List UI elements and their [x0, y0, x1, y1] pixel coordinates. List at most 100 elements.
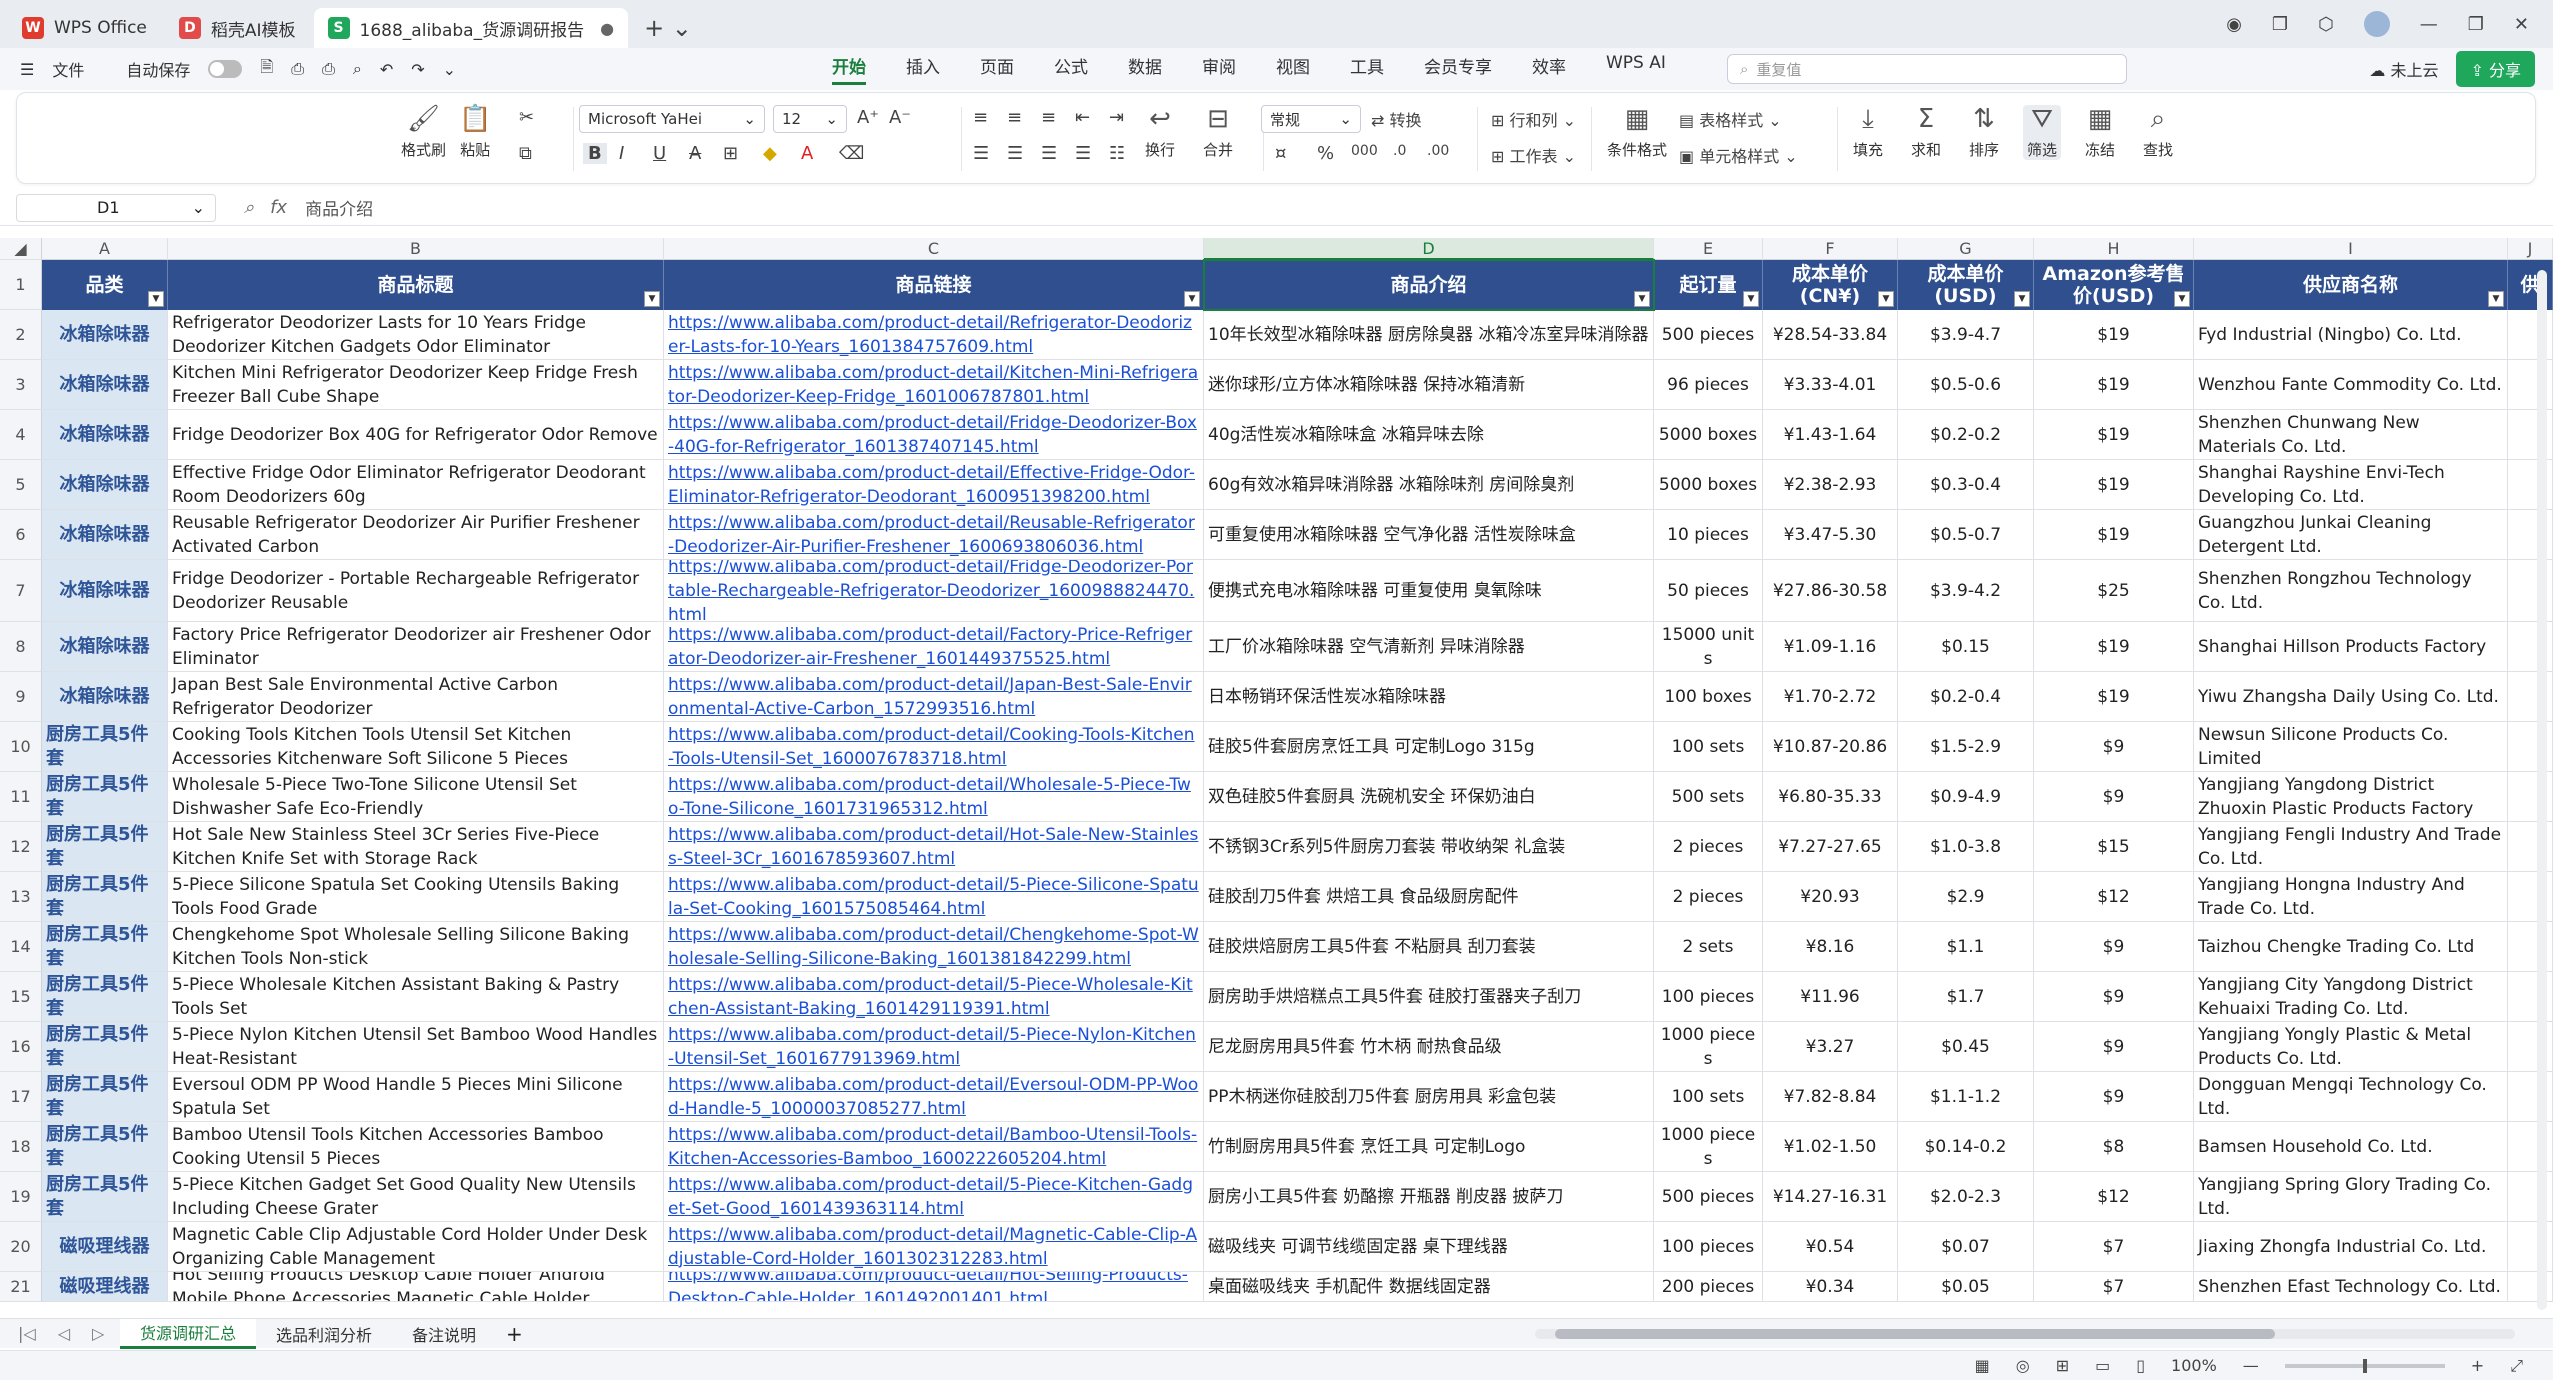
export-icon[interactable]: ⎙ — [291, 59, 304, 79]
intro-cell[interactable]: 便携式充电冰箱除味器 可重复使用 臭氧除味 — [1204, 560, 1654, 622]
undo-icon[interactable]: ↶ — [380, 60, 393, 79]
filter-dropdown-icon[interactable]: ▼ — [1878, 291, 1894, 307]
moq-cell[interactable]: 10 pieces — [1654, 510, 1763, 560]
wrap-button[interactable]: ↩ 换行 — [1145, 105, 1175, 160]
amazon-price-cell[interactable]: $19 — [2034, 510, 2194, 560]
cost-usd-cell[interactable]: $1.7 — [1898, 972, 2034, 1022]
align-bottom-icon[interactable]: ≡ — [1041, 107, 1056, 128]
supplier-cell[interactable]: Yangjiang Hongna Industry And Trade Co. … — [2194, 872, 2508, 922]
border-icon[interactable]: ⊞ — [723, 143, 738, 164]
supplier-cell[interactable]: Yangjiang Yongly Plastic & Metal Product… — [2194, 1022, 2508, 1072]
menu-tab[interactable]: 页面 — [980, 53, 1014, 85]
preview-icon[interactable]: ⌕ — [353, 59, 362, 79]
title-cell[interactable]: 5-Piece Nylon Kitchen Utensil Set Bamboo… — [168, 1022, 664, 1072]
fx-icon[interactable]: fx — [270, 197, 287, 218]
title-cell[interactable]: Factory Price Refrigerator Deodorizer ai… — [168, 622, 664, 672]
title-cell[interactable]: Kitchen Mini Refrigerator Deodorizer Kee… — [168, 360, 664, 410]
menu-tab[interactable]: 视图 — [1276, 53, 1310, 85]
column-header-F[interactable]: F — [1763, 238, 1898, 260]
spreadsheet-grid[interactable]: ◢ A B C D E F G H I J 1 品类 ▼ 商品标题 ▼ 商品链接 ▼ 商品介绍 ▼ 起订量 ▼ 成本单价(… — [0, 238, 2553, 1302]
link-cell[interactable]: https://www.alibaba.com/product-detail/W… — [664, 772, 1204, 822]
header-cell[interactable]: 成本单价(CN¥) ▼ — [1763, 260, 1898, 310]
row-header-1[interactable]: 1 — [0, 260, 42, 310]
layout-icon[interactable]: ⊞ — [2056, 1356, 2069, 1375]
link-cell[interactable]: https://www.alibaba.com/product-detail/K… — [664, 360, 1204, 410]
title-cell[interactable]: Hot Sale New Stainless Steel 3Cr Series … — [168, 822, 664, 872]
hamburger-icon[interactable]: ☰ — [20, 60, 34, 79]
menu-tab[interactable]: WPS AI — [1606, 53, 1666, 85]
filter-dropdown-icon[interactable]: ▼ — [2174, 291, 2190, 307]
number-format-select[interactable]: 常规 ⌄ — [1261, 105, 1361, 133]
prev-sheet-icon[interactable]: ◁ — [58, 1324, 70, 1343]
cost-cny-cell[interactable]: ¥20.93 — [1763, 872, 1898, 922]
link-cell[interactable]: https://www.alibaba.com/product-detail/C… — [664, 722, 1204, 772]
copy-icon[interactable]: ⧉ — [519, 143, 532, 164]
cost-usd-cell[interactable]: $0.3-0.4 — [1898, 460, 2034, 510]
moq-cell[interactable]: 100 sets — [1654, 722, 1763, 772]
filter-dropdown-icon[interactable]: ▼ — [1743, 291, 1759, 307]
conditional-format-button[interactable]: ▦ 条件格式 — [1607, 105, 1667, 160]
link-cell[interactable]: https://www.alibaba.com/product-detail/5… — [664, 972, 1204, 1022]
amazon-price-cell[interactable]: $19 — [2034, 310, 2194, 360]
cost-cny-cell[interactable]: ¥10.87-20.86 — [1763, 722, 1898, 772]
underline-icon[interactable]: U — [653, 143, 666, 164]
column-header-E[interactable]: E — [1654, 238, 1763, 260]
category-cell[interactable]: 冰箱除味器 — [42, 310, 168, 360]
category-cell[interactable]: 冰箱除味器 — [42, 410, 168, 460]
category-cell[interactable]: 厨房工具5件套 — [42, 972, 168, 1022]
title-cell[interactable]: Fridge Deodorizer Box 40G for Refrigerat… — [168, 410, 664, 460]
save-icon[interactable]: 🗎 — [260, 56, 273, 83]
intro-cell[interactable]: PP木柄迷你硅胶刮刀5件套 厨房用具 彩盒包装 — [1204, 1072, 1654, 1122]
horizontal-scrollbar[interactable] — [1535, 1329, 2515, 1339]
row-header-20[interactable]: 20 — [0, 1222, 42, 1272]
fill-color-icon[interactable]: ◆ — [763, 143, 777, 164]
link-cell[interactable]: https://www.alibaba.com/product-detail/H… — [664, 1272, 1204, 1302]
link-cell[interactable]: https://www.alibaba.com/product-detail/E… — [664, 460, 1204, 510]
increase-font-icon[interactable]: A⁺ — [857, 107, 879, 128]
search-input[interactable]: ⌕ 重复值 — [1727, 54, 2127, 84]
sum-button[interactable]: Σ 求和 — [1911, 105, 1941, 160]
first-sheet-icon[interactable]: |◁ — [18, 1324, 36, 1343]
category-cell[interactable]: 冰箱除味器 — [42, 360, 168, 410]
supplier-cell[interactable]: Yiwu Zhangsha Daily Using Co. Ltd. — [2194, 672, 2508, 722]
minimize-icon[interactable]: — — [2420, 14, 2438, 35]
page-break-icon[interactable]: ▭ — [2095, 1356, 2110, 1375]
column-header-B[interactable]: B — [168, 238, 664, 260]
title-cell[interactable]: 5-Piece Kitchen Gadget Set Good Quality … — [168, 1172, 664, 1222]
moq-cell[interactable]: 100 boxes — [1654, 672, 1763, 722]
vertical-scrollbar[interactable] — [2537, 270, 2547, 1310]
bold-icon[interactable]: B — [583, 143, 607, 164]
header-cell[interactable]: 起订量 ▼ — [1654, 260, 1763, 310]
cost-cny-cell[interactable]: ¥11.96 — [1763, 972, 1898, 1022]
intro-cell[interactable]: 硅胶烘焙厨房工具5件套 不粘厨具 刮刀套装 — [1204, 922, 1654, 972]
supplier-cell[interactable]: Shanghai Hillson Products Factory — [2194, 622, 2508, 672]
title-cell[interactable]: Cooking Tools Kitchen Tools Utensil Set … — [168, 722, 664, 772]
amazon-price-cell[interactable]: $12 — [2034, 1172, 2194, 1222]
decimal-decrease-icon[interactable]: .00 — [1427, 143, 1449, 159]
italic-icon[interactable]: I — [619, 143, 624, 164]
row-header-13[interactable]: 13 — [0, 872, 42, 922]
link-cell[interactable]: https://www.alibaba.com/product-detail/5… — [664, 1022, 1204, 1072]
supplier-cell[interactable]: Bamsen Household Co. Ltd. — [2194, 1122, 2508, 1172]
amazon-price-cell[interactable]: $19 — [2034, 360, 2194, 410]
title-cell[interactable]: 5-Piece Silicone Spatula Set Cooking Ute… — [168, 872, 664, 922]
supplier-cell[interactable]: Shenzhen Efast Technology Co. Ltd. — [2194, 1272, 2508, 1302]
moq-cell[interactable]: 15000 units — [1654, 622, 1763, 672]
cost-usd-cell[interactable]: $0.5-0.6 — [1898, 360, 2034, 410]
link-cell[interactable]: https://www.alibaba.com/product-detail/C… — [664, 922, 1204, 972]
cost-cny-cell[interactable]: ¥0.34 — [1763, 1272, 1898, 1302]
window-tab[interactable]: S 1688_alibaba_货源调研报告 ● — [313, 8, 629, 48]
window-tab[interactable]: W WPS Office — [8, 8, 161, 48]
decimal-increase-icon[interactable]: .0 — [1393, 143, 1406, 159]
column-header-J[interactable]: J — [2508, 238, 2553, 260]
moq-cell[interactable]: 2 pieces — [1654, 822, 1763, 872]
intro-cell[interactable]: 桌面磁吸线夹 手机配件 数据线固定器 — [1204, 1272, 1654, 1302]
filter-dropdown-icon[interactable]: ▼ — [2014, 291, 2030, 307]
cost-cny-cell[interactable]: ¥1.43-1.64 — [1763, 410, 1898, 460]
category-cell[interactable]: 冰箱除味器 — [42, 560, 168, 622]
filter-dropdown-icon[interactable]: ▼ — [1634, 291, 1650, 307]
intro-cell[interactable]: 竹制厨房用具5件套 烹饪工具 可定制Logo — [1204, 1122, 1654, 1172]
moq-cell[interactable]: 50 pieces — [1654, 560, 1763, 622]
row-header-2[interactable]: 2 — [0, 310, 42, 360]
row-header-9[interactable]: 9 — [0, 672, 42, 722]
